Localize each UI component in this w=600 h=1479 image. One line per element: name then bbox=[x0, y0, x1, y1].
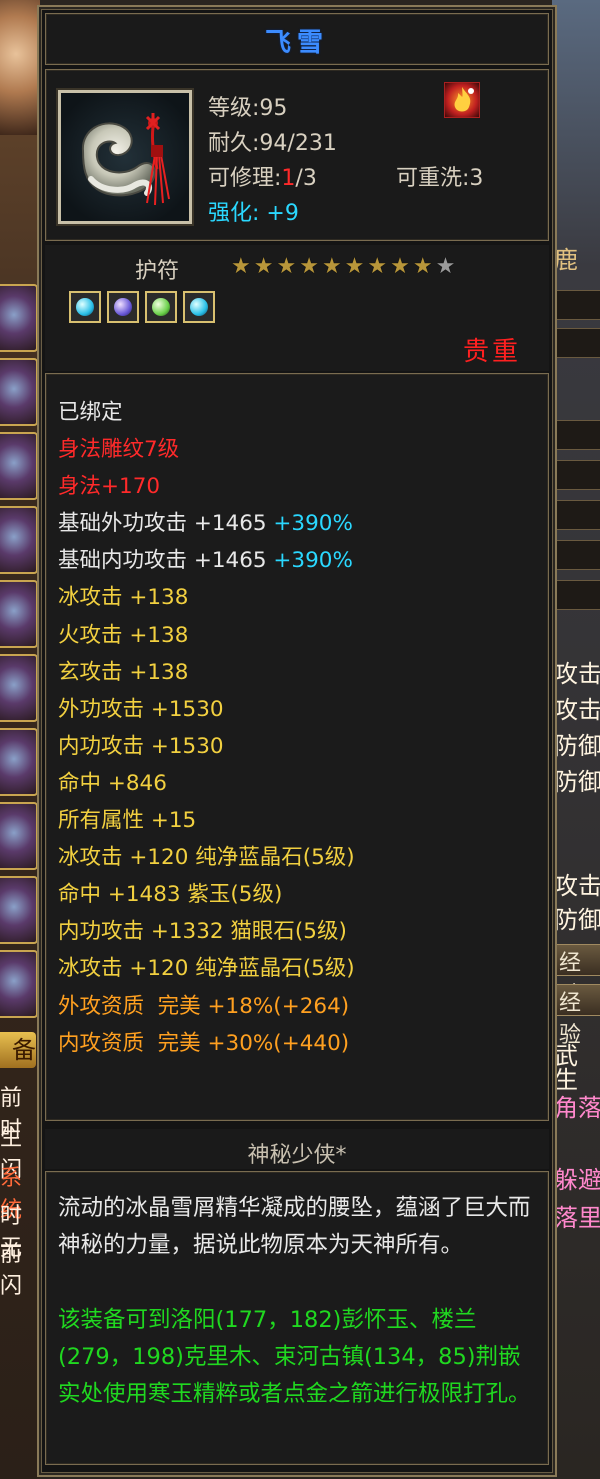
equipment-slot[interactable] bbox=[0, 506, 38, 574]
item-level: 等级:95 bbox=[208, 96, 288, 121]
item-enhancement: 强化: +9 bbox=[208, 201, 299, 226]
bg-right-cell bbox=[553, 420, 600, 450]
attribute-line: 身法+170 bbox=[58, 474, 161, 500]
attribute-line: 火攻击 +138 bbox=[58, 622, 189, 648]
attribute-line: 内功攻击 +1530 bbox=[58, 733, 224, 759]
star-filled-icon: ★ bbox=[412, 254, 433, 279]
equipment-slot[interactable] bbox=[0, 580, 38, 648]
star-filled-icon: ★ bbox=[253, 254, 274, 279]
attribute-line: 玄攻击 +138 bbox=[58, 659, 189, 685]
exp-button[interactable]: 经验 bbox=[554, 944, 600, 1008]
socket-hint: 该装备可到洛阳(177，182)彭怀玉、楼兰(279，198)克里木、束河古镇(… bbox=[58, 1307, 531, 1407]
bg-right-cell bbox=[553, 580, 600, 610]
bg-right-text: 躲避 bbox=[554, 1166, 600, 1194]
equipment-slot[interactable] bbox=[0, 358, 38, 426]
rarity-label: 贵重 bbox=[462, 337, 521, 367]
purple-gem-icon bbox=[107, 291, 139, 323]
background-right-panel: 鹿 攻击 攻击 防御 防御 攻击 防御 经验 经验 武 生 角落 躲避 落里 bbox=[552, 0, 600, 1479]
star-filled-icon: ★ bbox=[344, 254, 365, 279]
flame-badge-icon bbox=[444, 82, 480, 118]
bg-right-text: 攻击 bbox=[554, 660, 600, 688]
owner-bar: 神秘少侠* bbox=[45, 1129, 549, 1169]
bg-left-text: 前闪 bbox=[0, 1242, 23, 1299]
attribute-line: 身法雕纹7级 bbox=[58, 437, 180, 463]
attribute-line: 内攻资质 完美 +30%(+440) bbox=[58, 1030, 350, 1056]
exp-button[interactable]: 经验 bbox=[554, 984, 600, 1048]
character-portrait[interactable] bbox=[0, 0, 40, 135]
bg-right-text: 攻击 bbox=[554, 872, 600, 900]
bg-right-cell bbox=[553, 460, 600, 490]
star-filled-icon: ★ bbox=[321, 254, 342, 279]
blue-gem-icon bbox=[183, 291, 215, 323]
attribute-line: 命中 +1483 紫玉(5级) bbox=[58, 882, 283, 908]
attribute-line: 基础外功攻击 +1465 +390% bbox=[58, 511, 353, 537]
equipment-slot[interactable] bbox=[0, 432, 38, 500]
attribute-line: 冰攻击 +138 bbox=[58, 585, 189, 611]
star-filled-icon: ★ bbox=[390, 254, 410, 279]
bg-right-text: 鹿 bbox=[554, 246, 578, 274]
owner-name: 神秘少侠* bbox=[247, 1143, 347, 1168]
attribute-line: 内功攻击 +1332 猫眼石(5级) bbox=[58, 919, 347, 945]
green-gem-icon bbox=[145, 291, 177, 323]
star-filled-icon: ★ bbox=[367, 254, 388, 279]
attribute-line: 基础内功攻击 +1465 +390% bbox=[58, 548, 353, 574]
attribute-line: 冰攻击 +120 纯净蓝晶石(5级) bbox=[58, 845, 355, 871]
item-durability: 耐久:94/231 bbox=[208, 131, 337, 156]
gem-sockets bbox=[69, 291, 215, 323]
item-icon-frame bbox=[58, 90, 192, 224]
item-repairable: 可修理:1/3 bbox=[208, 166, 317, 191]
item-rewashable: 可重洗:3 bbox=[396, 166, 484, 191]
attribute-bonus-percent: +390% bbox=[273, 511, 353, 537]
attribute-line: 冰攻击 +120 纯净蓝晶石(5级) bbox=[58, 956, 355, 982]
attribute-line: 外功攻击 +1530 bbox=[58, 696, 224, 722]
bg-right-cell bbox=[553, 290, 600, 320]
attribute-bonus-percent: +390% bbox=[273, 548, 353, 574]
bg-right-cell bbox=[553, 328, 600, 358]
bg-right-cell bbox=[553, 500, 600, 530]
description-panel: 流动的冰晶雪屑精华凝成的腰坠，蕴涵了巨大而神秘的力量，据说此物原本为天神所有。 … bbox=[45, 1171, 549, 1465]
bg-right-text: 落里 bbox=[554, 1204, 600, 1232]
item-name: 飞雪 bbox=[264, 28, 329, 58]
equipment-slot[interactable] bbox=[0, 284, 38, 352]
star-filled-icon: ★ bbox=[276, 254, 297, 279]
tooltip-title-bar: 飞雪 bbox=[45, 13, 549, 65]
bg-right-text: 防御 bbox=[554, 732, 600, 760]
equipment-slot[interactable] bbox=[0, 654, 38, 722]
attribute-line: 已绑定 bbox=[58, 400, 123, 425]
attribute-list: 已绑定身法雕纹7级 身法+170 基础外功攻击 +1465 +390% 基础内功攻击 … bbox=[58, 394, 355, 1062]
bg-right-text: 防御 bbox=[554, 906, 600, 934]
item-header: 等级:95 耐久:94/231 可修理:1/3 可重洗:3 强化: +9 bbox=[45, 69, 549, 241]
equipment-tab-button[interactable]: 备 bbox=[0, 1032, 36, 1068]
attribute-line: 命中 +846 bbox=[58, 770, 167, 796]
star-empty-icon: ★ bbox=[435, 254, 456, 279]
star-rating: ★ ★ ★ ★ ★ ★ ★ ★ ★ ★ bbox=[231, 255, 455, 279]
attribute-line: 外攻资质 完美 +18%(+264) bbox=[58, 993, 350, 1019]
item-type: 护符 bbox=[135, 259, 180, 284]
bg-right-text: 攻击 bbox=[554, 696, 600, 724]
star-filled-icon: ★ bbox=[299, 254, 319, 279]
equipment-slot[interactable] bbox=[0, 728, 38, 796]
item-description: 流动的冰晶雪屑精华凝成的腰坠，蕴涵了巨大而神秘的力量，据说此物原本为天神所有。 bbox=[58, 1195, 531, 1258]
background-left-panel: 备 前时 生闪 系统 时无 前闪 bbox=[0, 0, 40, 1479]
bg-right-cell bbox=[553, 540, 600, 570]
item-tooltip: 飞雪 等级:95 耐久:94/231 可修理:1/3 可重洗:3 强化: +9 … bbox=[37, 5, 557, 1477]
equipment-slot[interactable] bbox=[0, 802, 38, 870]
equipment-slot[interactable] bbox=[0, 876, 38, 944]
equipment-slot[interactable] bbox=[0, 950, 38, 1018]
star-filled-icon: ★ bbox=[231, 254, 251, 279]
bg-right-text: 角落 bbox=[554, 1094, 600, 1122]
attribute-line: 所有属性 +15 bbox=[58, 808, 197, 834]
item-meta: 护符 ★ ★ ★ ★ ★ ★ ★ ★ ★ ★ 贵重 bbox=[45, 245, 549, 371]
jade-pendant-icon bbox=[81, 113, 170, 206]
blue-gem-icon bbox=[69, 291, 101, 323]
attribute-list-panel: 已绑定身法雕纹7级 身法+170 基础外功攻击 +1465 +390% 基础内功攻击 … bbox=[45, 373, 549, 1121]
bg-right-text: 防御 bbox=[554, 768, 600, 796]
